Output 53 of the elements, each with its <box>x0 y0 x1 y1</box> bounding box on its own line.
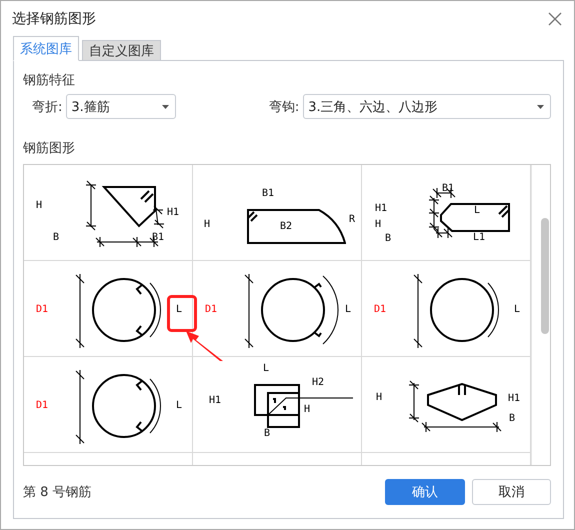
shape-cell[interactable]: D1 L <box>362 261 531 357</box>
dimension-label: B <box>509 413 516 424</box>
shape-cell[interactable]: H H1 B <box>362 357 531 453</box>
highlight-box <box>167 295 197 332</box>
dimension-label: D1 <box>36 304 48 315</box>
dimension-label: D1 <box>374 304 386 315</box>
dimension-label: D1 <box>205 304 218 315</box>
dimension-label: R <box>349 214 356 225</box>
dimension-label: H1 <box>209 395 222 406</box>
dimension-label: B <box>53 232 60 243</box>
arrow <box>185 330 225 362</box>
cancel-button[interactable]: 取消 <box>472 479 551 505</box>
dimension-label: B <box>385 233 392 244</box>
dimension-label: D1 <box>36 400 48 411</box>
dimension-label: L1 <box>473 232 486 243</box>
dimension-label: H <box>304 404 310 415</box>
close-icon[interactable] <box>548 12 562 26</box>
dimension-label: H <box>36 200 42 211</box>
scrollbar-thumb[interactable] <box>541 218 549 334</box>
field-label: 弯折: <box>32 98 62 116</box>
dimension-label: L <box>263 363 270 374</box>
dimension-label: H <box>376 392 382 403</box>
dimension-label: H1 <box>167 207 180 218</box>
window-title: 选择钢筋图形 <box>12 10 96 28</box>
tab[interactable]: 系统图库 <box>13 36 79 61</box>
dimension-label: B <box>264 428 270 439</box>
dimension-label: H2 <box>312 377 324 388</box>
dimension-label: L <box>176 400 182 411</box>
shape-cell[interactable]: D1 L <box>193 261 362 357</box>
dimension-label: L <box>514 304 520 315</box>
caret-icon <box>537 104 544 108</box>
status-text: 第 8 号钢筋 <box>23 484 93 501</box>
dimension-label: L <box>176 304 182 315</box>
dimension-label: H <box>204 219 210 230</box>
dropdown[interactable]: 3.三角、六边、八边形 <box>303 94 551 119</box>
section-heading: 钢筋图形 <box>23 140 76 157</box>
dimension-label: H <box>375 219 382 230</box>
dimension-label: B2 <box>280 221 292 232</box>
dimension-label: H1 <box>508 393 520 404</box>
dimension-label: L <box>345 304 352 315</box>
shape-cell[interactable]: L H1 H2 H B <box>193 357 362 453</box>
dimension-label: B1 <box>262 188 274 199</box>
dimension-label: H1 <box>375 203 388 214</box>
dropdown[interactable]: 3.箍筋 <box>66 94 176 119</box>
shape-cell[interactable]: D1 L <box>24 261 193 357</box>
section-heading: 钢筋特征 <box>23 72 76 89</box>
shape-cell[interactable]: B1 H B2 R <box>193 165 362 261</box>
field-label: 弯钩: <box>268 98 300 116</box>
caret-icon <box>162 104 169 108</box>
tab[interactable]: 自定义图库 <box>82 40 161 61</box>
confirm-button[interactable]: 确认 <box>385 479 465 505</box>
shape-cell[interactable]: D1 L <box>24 357 193 453</box>
dimension-label: L <box>474 205 480 216</box>
